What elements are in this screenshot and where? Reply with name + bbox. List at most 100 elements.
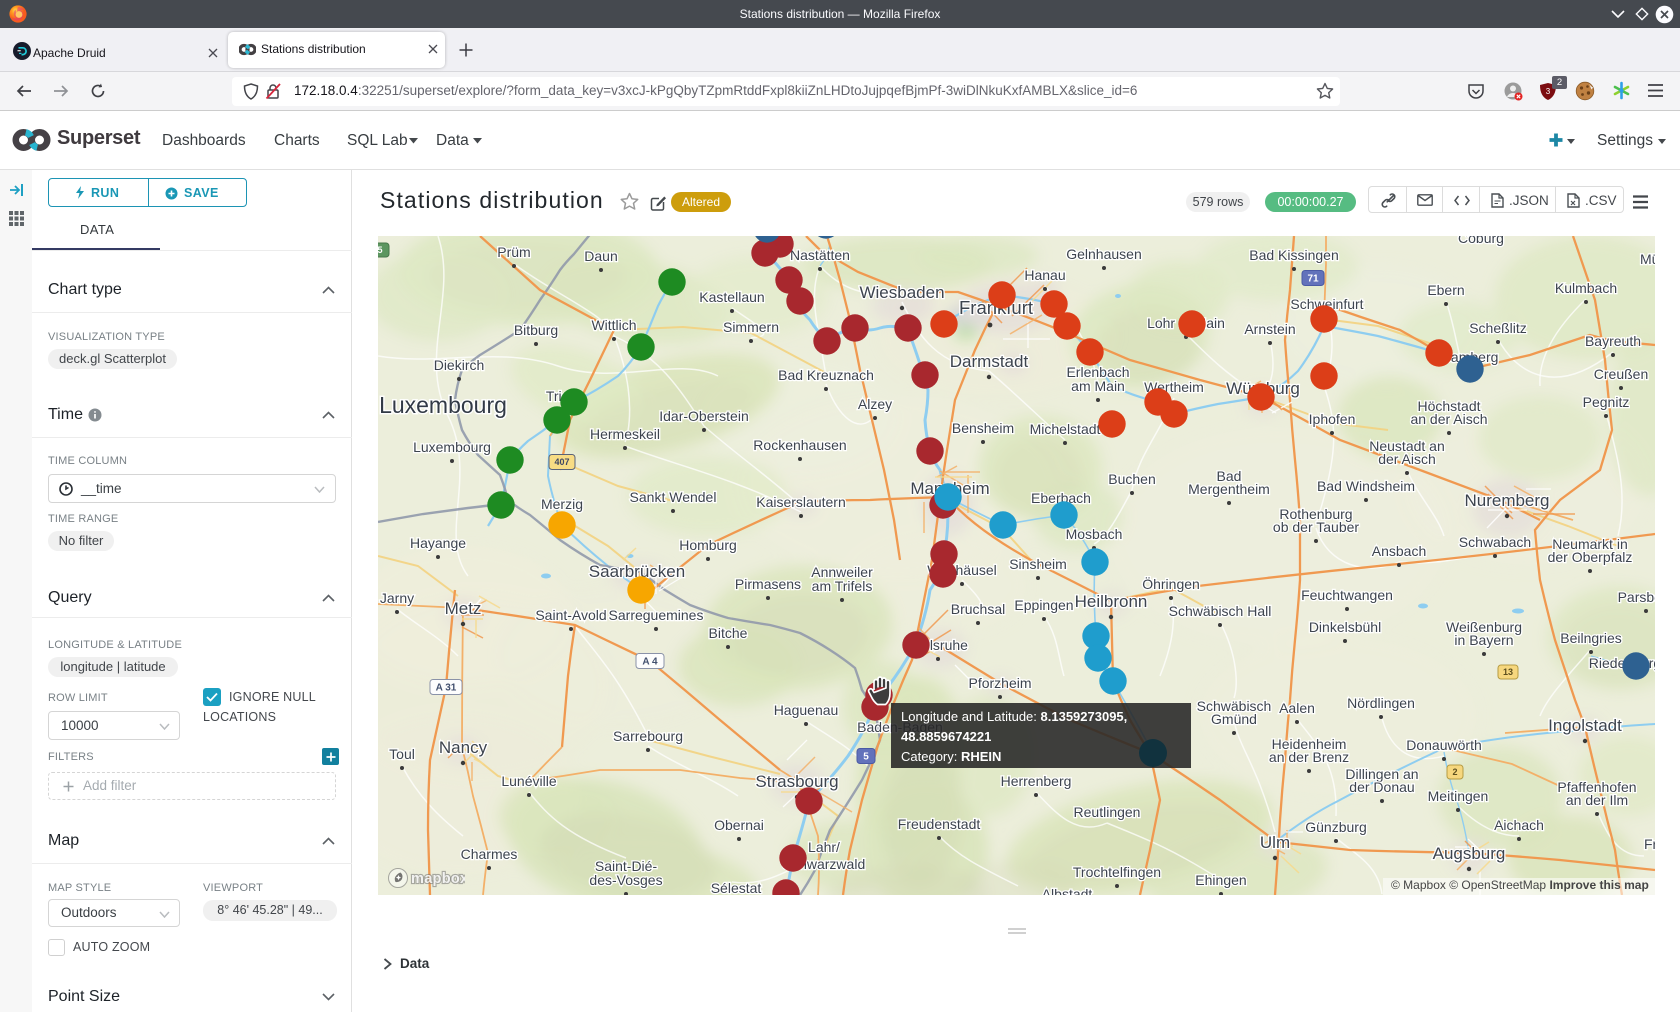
svg-text:Bensheim: Bensheim bbox=[952, 420, 1014, 436]
svg-text:Hermeskeil: Hermeskeil bbox=[590, 426, 660, 442]
svg-text:Idar-Oberstein: Idar-Oberstein bbox=[659, 408, 748, 424]
svg-text:Trochtelfingen: Trochtelfingen bbox=[1073, 864, 1161, 880]
svg-text:Eppingen: Eppingen bbox=[1014, 597, 1073, 613]
svg-text:Ansbach: Ansbach bbox=[1372, 543, 1426, 559]
svg-text:Schwäbisch Hall: Schwäbisch Hall bbox=[1169, 603, 1272, 619]
svg-text:Michelstadt: Michelstadt bbox=[1030, 421, 1101, 437]
svg-text:Jarny: Jarny bbox=[380, 590, 414, 606]
svg-text:Sankt Wendel: Sankt Wendel bbox=[630, 489, 717, 505]
svg-text:13: 13 bbox=[1503, 667, 1513, 677]
svg-text:an der Brenz: an der Brenz bbox=[1269, 749, 1349, 765]
svg-text:Kastellaun: Kastellaun bbox=[699, 289, 764, 305]
svg-text:Simmern: Simmern bbox=[723, 319, 779, 335]
svg-text:Sélestat: Sélestat bbox=[711, 880, 762, 895]
svg-text:Schwabach: Schwabach bbox=[1459, 534, 1531, 550]
svg-text:Günzburg: Günzburg bbox=[1305, 819, 1366, 835]
svg-text:Pegnitz: Pegnitz bbox=[1583, 394, 1630, 410]
svg-text:Parsberg: Parsberg bbox=[1618, 589, 1655, 605]
svg-text:Mergentheim: Mergentheim bbox=[1188, 481, 1270, 497]
svg-text:71: 71 bbox=[1307, 274, 1319, 285]
svg-text:Meitingen: Meitingen bbox=[1428, 788, 1489, 804]
svg-text:Ingolstadt: Ingolstadt bbox=[1548, 716, 1622, 735]
svg-text:Sarreguemines: Sarreguemines bbox=[609, 607, 704, 623]
svg-text:Saint-Avold: Saint-Avold bbox=[535, 607, 606, 623]
svg-text:Charmes: Charmes bbox=[461, 846, 518, 862]
svg-text:Wiesbaden: Wiesbaden bbox=[859, 283, 944, 302]
svg-text:Hayange: Hayange bbox=[410, 535, 466, 551]
svg-text:Lahr/: Lahr/ bbox=[808, 839, 840, 855]
svg-text:Bruchsal: Bruchsal bbox=[951, 601, 1005, 617]
svg-text:Alzey: Alzey bbox=[858, 396, 892, 412]
svg-text:Haguenau: Haguenau bbox=[774, 702, 839, 718]
svg-text:Heilbronn: Heilbronn bbox=[1075, 592, 1148, 611]
svg-text:Arnstein: Arnstein bbox=[1244, 321, 1295, 337]
svg-text:der Oberpfalz: der Oberpfalz bbox=[1548, 549, 1633, 565]
svg-text:Bitburg: Bitburg bbox=[514, 322, 558, 338]
svg-text:mapbox: mapbox bbox=[411, 871, 465, 887]
svg-text:Freudenstadt: Freudenstadt bbox=[898, 816, 981, 832]
svg-text:Buchen: Buchen bbox=[1108, 471, 1155, 487]
svg-text:Toul: Toul bbox=[389, 746, 415, 762]
svg-text:Ehingen: Ehingen bbox=[1195, 872, 1246, 888]
svg-text:am Main: am Main bbox=[1071, 378, 1125, 394]
svg-text:Münchb: Münchb bbox=[1640, 251, 1655, 267]
svg-text:Pirmasens: Pirmasens bbox=[735, 576, 801, 592]
svg-text:Creußen: Creußen bbox=[1594, 366, 1648, 382]
svg-text:A 4: A 4 bbox=[642, 657, 658, 668]
svg-text:3: 3 bbox=[1546, 87, 1551, 96]
svg-text:5: 5 bbox=[863, 752, 869, 763]
svg-text:Sinsheim: Sinsheim bbox=[1009, 556, 1067, 572]
svg-text:Gmünd: Gmünd bbox=[1211, 711, 1257, 727]
svg-text:Nuremberg: Nuremberg bbox=[1464, 491, 1549, 510]
svg-text:Prüm: Prüm bbox=[497, 244, 530, 260]
svg-text:Feuchtwangen: Feuchtwangen bbox=[1301, 587, 1393, 603]
svg-text:Herrenberg: Herrenberg bbox=[1001, 773, 1072, 789]
svg-text:Aichach: Aichach bbox=[1494, 817, 1544, 833]
svg-text:Bayreuth: Bayreuth bbox=[1585, 333, 1641, 349]
svg-text:Ebern: Ebern bbox=[1427, 282, 1464, 298]
svg-text:Nastätten: Nastätten bbox=[790, 247, 850, 263]
svg-text:Iphofen: Iphofen bbox=[1309, 411, 1356, 427]
svg-text:Bad Windsheim: Bad Windsheim bbox=[1317, 478, 1415, 494]
svg-text:in Bayern: in Bayern bbox=[1454, 632, 1513, 648]
svg-text:an der Ilm: an der Ilm bbox=[1566, 792, 1628, 808]
svg-text:ob der Tauber: ob der Tauber bbox=[1273, 519, 1359, 535]
svg-text:Metz: Metz bbox=[445, 599, 482, 618]
svg-text:Hanau: Hanau bbox=[1024, 267, 1065, 283]
svg-text:Dinkelsbühl: Dinkelsbühl bbox=[1309, 619, 1381, 635]
svg-text:5: 5 bbox=[378, 245, 383, 255]
svg-text:Augsburg: Augsburg bbox=[1433, 844, 1506, 863]
svg-text:der Aisch: der Aisch bbox=[1378, 451, 1436, 467]
svg-text:Scheßlitz: Scheßlitz bbox=[1469, 320, 1527, 336]
svg-text:Nördlingen: Nördlingen bbox=[1347, 695, 1415, 711]
svg-text:Ulm: Ulm bbox=[1260, 833, 1290, 852]
svg-text:Aalen: Aalen bbox=[1279, 700, 1315, 716]
svg-text:Merzig: Merzig bbox=[541, 496, 583, 512]
svg-text:Kulmbach: Kulmbach bbox=[1555, 280, 1617, 296]
svg-text:Homburg: Homburg bbox=[679, 537, 737, 553]
svg-text:Luxembourg: Luxembourg bbox=[379, 392, 507, 418]
svg-text:Gelnhausen: Gelnhausen bbox=[1066, 246, 1142, 262]
svg-text:Bitche: Bitche bbox=[709, 625, 748, 641]
svg-text:Obernai: Obernai bbox=[714, 817, 764, 833]
svg-text:Albstadt: Albstadt bbox=[1042, 886, 1093, 895]
svg-text:2: 2 bbox=[1452, 767, 1457, 777]
svg-text:Kaiserslautern: Kaiserslautern bbox=[756, 494, 846, 510]
svg-text:am Trifels: am Trifels bbox=[812, 578, 873, 594]
svg-text:Darmstadt: Darmstadt bbox=[950, 352, 1029, 371]
svg-text:Diekirch: Diekirch bbox=[434, 357, 485, 373]
svg-text:Coburg: Coburg bbox=[1458, 236, 1504, 246]
svg-text:Daun: Daun bbox=[584, 248, 617, 264]
svg-text:Reutlingen: Reutlingen bbox=[1074, 804, 1141, 820]
svg-text:Luxembourg: Luxembourg bbox=[413, 439, 491, 455]
svg-text:des-Vosges: des-Vosges bbox=[589, 872, 662, 888]
svg-text:Strasbourg: Strasbourg bbox=[755, 772, 838, 791]
svg-text:Wittlich: Wittlich bbox=[591, 317, 636, 333]
svg-text:Donauwörth: Donauwörth bbox=[1406, 737, 1482, 753]
svg-text:Bad Kreuznach: Bad Kreuznach bbox=[778, 367, 874, 383]
svg-text:Lunéville: Lunéville bbox=[501, 773, 556, 789]
svg-text:Mosbach: Mosbach bbox=[1066, 526, 1123, 542]
svg-text:Beilngries: Beilngries bbox=[1560, 630, 1621, 646]
svg-text:Sarrebourg: Sarrebourg bbox=[613, 728, 683, 744]
svg-text:Bad Kissingen: Bad Kissingen bbox=[1249, 247, 1339, 263]
